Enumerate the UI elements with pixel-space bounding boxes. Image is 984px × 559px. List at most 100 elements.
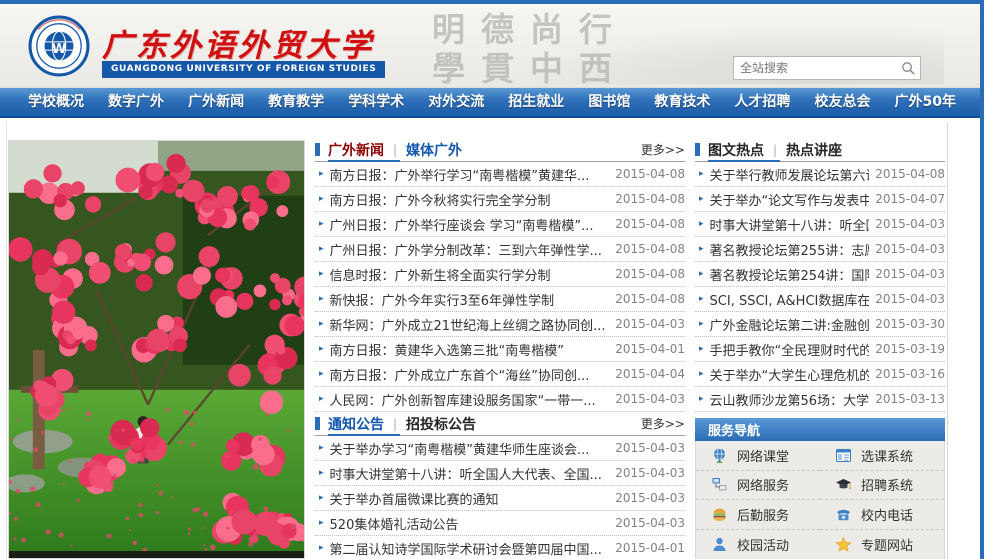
list-item[interactable]: ▸广外金融论坛第二讲:金融创新：...2015-03-30 bbox=[695, 312, 945, 337]
hotspot-title[interactable]: 手把手教你“全民理财时代的理... bbox=[710, 340, 870, 359]
tab-photo-hotspots[interactable]: 图文热点 bbox=[708, 140, 764, 160]
list-item[interactable]: ▸新华网：广外成立21世纪海上丝绸之路协同创...2015-04-03 bbox=[315, 312, 685, 337]
list-item[interactable]: ▸520集体婚礼活动公告2015-04-03 bbox=[315, 511, 685, 536]
list-item[interactable]: ▸ 南方日报：广外举行学习“南粤楷模”黄建华... 2015-04-08 bbox=[315, 162, 685, 187]
service-item-online-classroom[interactable]: 网络课堂 bbox=[696, 441, 820, 471]
bullet-arrow-icon: ▸ bbox=[699, 344, 704, 354]
news-title[interactable]: 广州日报：广外学分制改革：三到六年弹性学... bbox=[330, 240, 610, 259]
list-item[interactable]: ▸第二届认知诗学国际学术研讨会暨第四届中国...2015-04-01 bbox=[315, 536, 685, 559]
campus-photo-banner[interactable] bbox=[8, 140, 305, 559]
notice-title[interactable]: 时事大讲堂第十八讲：听全国人大代表、全国... bbox=[330, 464, 610, 483]
list-item[interactable]: ▸关于举办“论文写作与发表中的...2015-04-07 bbox=[695, 187, 945, 212]
hotspot-title[interactable]: 著名教授论坛第254讲：国际音乐... bbox=[710, 265, 870, 284]
hotspot-title[interactable]: 关于举行教师发展论坛第六讲《... bbox=[710, 165, 870, 184]
nav-item-gdufs-50years[interactable]: 广外50年 bbox=[895, 91, 956, 111]
list-item[interactable]: ▸南方日报：广外今秋将实行完全学分制2015-04-08 bbox=[315, 187, 685, 212]
service-item-campus-phone[interactable]: 校内电话 bbox=[820, 500, 944, 530]
list-item[interactable]: ▸南方日报：黄建华入选第三批“南粤楷模”2015-04-01 bbox=[315, 337, 685, 362]
list-item[interactable]: ▸著名教授论坛第255讲：志愿服务...2015-04-03 bbox=[695, 237, 945, 262]
news-date: 2015-04-08 bbox=[615, 167, 685, 181]
list-item[interactable]: ▸关于举办首届微课比赛的通知2015-04-03 bbox=[315, 486, 685, 511]
hotspot-title[interactable]: 关于举办“大学生心理危机的识... bbox=[710, 365, 870, 384]
tab-bidding-notices[interactable]: 招投标公告 bbox=[406, 414, 476, 434]
notice-title[interactable]: 第二届认知诗学国际学术研讨会暨第四届中国... bbox=[330, 539, 610, 558]
nav-item-education-teaching[interactable]: 教育教学 bbox=[268, 91, 324, 111]
nav-item-admissions-careers[interactable]: 招生就业 bbox=[508, 91, 564, 111]
nav-item-school-overview[interactable]: 学校概况 bbox=[28, 91, 84, 111]
service-item-label: 后勤服务 bbox=[737, 505, 789, 524]
service-item-campus-activities[interactable]: 校园活动 bbox=[696, 530, 820, 559]
service-item-logistics-services[interactable]: 后勤服务 bbox=[696, 500, 820, 530]
nav-item-academics[interactable]: 学科学术 bbox=[348, 91, 404, 111]
news-title[interactable]: 人民网：广外创新智库建设服务国家“一带一... bbox=[330, 390, 610, 409]
service-item-course-selection[interactable]: 选课系统 bbox=[820, 441, 944, 471]
list-item[interactable]: ▸手把手教你“全民理财时代的理...2015-03-19 bbox=[695, 337, 945, 362]
bougainvillea-photo bbox=[9, 141, 304, 558]
hotspot-title[interactable]: 关于举办“论文写作与发表中的... bbox=[710, 190, 870, 209]
list-item[interactable]: ▸关于举办“大学生心理危机的识...2015-03-16 bbox=[695, 362, 945, 387]
header-bullet-icon bbox=[315, 417, 320, 430]
nav-item-gdufs-news[interactable]: 广外新闻 bbox=[188, 91, 244, 111]
news-title[interactable]: 南方日报：黄建华入选第三批“南粤楷模” bbox=[330, 340, 610, 359]
bullet-arrow-icon: ▸ bbox=[319, 344, 324, 354]
hotspot-title[interactable]: SCI, SSCI, A&HCI数据库在科研中... bbox=[710, 290, 870, 309]
tab-hot-lectures[interactable]: 热点讲座 bbox=[786, 140, 842, 160]
news-more-link[interactable]: 更多>> bbox=[641, 141, 685, 158]
service-item-recruitment-system[interactable]: 招聘系统 bbox=[820, 471, 944, 501]
news-title[interactable]: 南方日报：广外今秋将实行完全学分制 bbox=[330, 190, 610, 209]
news-title[interactable]: 广州日报：广外举行座谈会 学习“南粤楷模”... bbox=[330, 215, 610, 234]
tab-gdufs-news[interactable]: 广外新闻 bbox=[328, 140, 384, 160]
search-icon bbox=[901, 61, 916, 76]
list-item[interactable]: ▸信息时报：广外新生将全面实行学分制2015-04-08 bbox=[315, 262, 685, 287]
news-title[interactable]: 信息时报：广外新生将全面实行学分制 bbox=[330, 265, 610, 284]
search-button[interactable] bbox=[896, 57, 920, 79]
hotspot-title[interactable]: 时事大讲堂第十八讲：听全国人... bbox=[710, 215, 870, 234]
list-item[interactable]: ▸云山教师沙龙第56场：大学全人...2015-03-13 bbox=[695, 387, 945, 412]
hotspot-title[interactable]: 著名教授论坛第255讲：志愿服务... bbox=[710, 240, 870, 259]
gdufs-homepage: W 广东外语外贸大学 GUANGDONG UNIVERSITY OF FOREI… bbox=[0, 0, 984, 559]
notice-title[interactable]: 520集体婚礼活动公告 bbox=[330, 514, 610, 533]
hotspot-title[interactable]: 广外金融论坛第二讲:金融创新：... bbox=[710, 315, 870, 334]
notice-title[interactable]: 关于举办首届微课比赛的通知 bbox=[330, 489, 610, 508]
list-item[interactable]: ▸广州日报：广外举行座谈会 学习“南粤楷模”...2015-04-08 bbox=[315, 212, 685, 237]
list-item[interactable]: ▸关于举办学习“南粤楷模”黄建华师生座谈会...2015-04-03 bbox=[315, 436, 685, 461]
bullet-arrow-icon: ▸ bbox=[319, 169, 324, 179]
list-item[interactable]: ▸SCI, SSCI, A&HCI数据库在科研中...2015-04-03 bbox=[695, 287, 945, 312]
nav-item-recruitment[interactable]: 人才招聘 bbox=[734, 91, 790, 111]
nav-item-alumni-association[interactable]: 校友总会 bbox=[814, 91, 870, 111]
nav-item-digital-gdufs[interactable]: 数字广外 bbox=[108, 91, 164, 111]
notice-list: ▸关于举办学习“南粤楷模”黄建华师生座谈会...2015-04-03 ▸时事大讲… bbox=[315, 436, 685, 559]
list-item[interactable]: ▸人民网：广外创新智库建设服务国家“一带一...2015-04-03 bbox=[315, 387, 685, 412]
bullet-arrow-icon: ▸ bbox=[699, 194, 704, 204]
list-item[interactable]: ▸南方日报：广外成立广东首个“海丝”协同创...2015-04-04 bbox=[315, 362, 685, 387]
list-item[interactable]: ▸新快报：广外今年实行3至6年弹性学制2015-04-08 bbox=[315, 287, 685, 312]
nav-item-education-technology[interactable]: 教育技术 bbox=[654, 91, 710, 111]
news-title[interactable]: 南方日报：广外举行学习“南粤楷模”黄建华... bbox=[330, 165, 610, 184]
list-item[interactable]: ▸时事大讲堂第十八讲：听全国人...2015-04-03 bbox=[695, 212, 945, 237]
news-title[interactable]: 南方日报：广外成立广东首个“海丝”协同创... bbox=[330, 365, 610, 384]
list-item[interactable]: ▸广州日报：广外学分制改革：三到六年弹性学...2015-04-08 bbox=[315, 237, 685, 262]
list-item[interactable]: ▸时事大讲堂第十八讲：听全国人大代表、全国...2015-04-03 bbox=[315, 461, 685, 486]
nav-item-library[interactable]: 图书馆 bbox=[588, 91, 630, 111]
list-item[interactable]: ▸关于举行教师发展论坛第六讲《...2015-04-08 bbox=[695, 162, 945, 187]
active-tab-underline bbox=[328, 160, 400, 162]
notice-title[interactable]: 关于举办学习“南粤楷模”黄建华师生座谈会... bbox=[330, 439, 610, 458]
service-item-special-websites[interactable]: 专题网站 bbox=[820, 530, 944, 559]
news-title[interactable]: 新华网：广外成立21世纪海上丝绸之路协同创... bbox=[330, 315, 610, 334]
service-item-network-services[interactable]: 网络服务 bbox=[696, 471, 820, 501]
service-item-label: 校内电话 bbox=[861, 505, 913, 524]
tab-media-gdufs[interactable]: 媒体广外 bbox=[406, 140, 462, 160]
bullet-arrow-icon: ▸ bbox=[319, 518, 324, 528]
list-item[interactable]: ▸著名教授论坛第254讲：国际音乐...2015-04-03 bbox=[695, 262, 945, 287]
notice-more-link[interactable]: 更多>> bbox=[641, 415, 685, 432]
hotspot-date: 2015-04-03 bbox=[875, 267, 945, 281]
news-title[interactable]: 新快报：广外今年实行3至6年弹性学制 bbox=[330, 290, 610, 309]
university-logo[interactable]: W bbox=[28, 15, 90, 77]
news-list: ▸南方日报：广外举行学习“南粤楷模”黄建华...2015-04-08 ▸南方日报… bbox=[315, 162, 685, 412]
search-input[interactable] bbox=[734, 61, 896, 75]
tab-notices[interactable]: 通知公告 bbox=[328, 414, 384, 434]
nav-item-international-exchange[interactable]: 对外交流 bbox=[428, 91, 484, 111]
news-date: 2015-04-03 bbox=[615, 392, 685, 406]
right-border bbox=[980, 0, 984, 559]
hotspot-title[interactable]: 云山教师沙龙第56场：大学全人... bbox=[710, 390, 870, 409]
